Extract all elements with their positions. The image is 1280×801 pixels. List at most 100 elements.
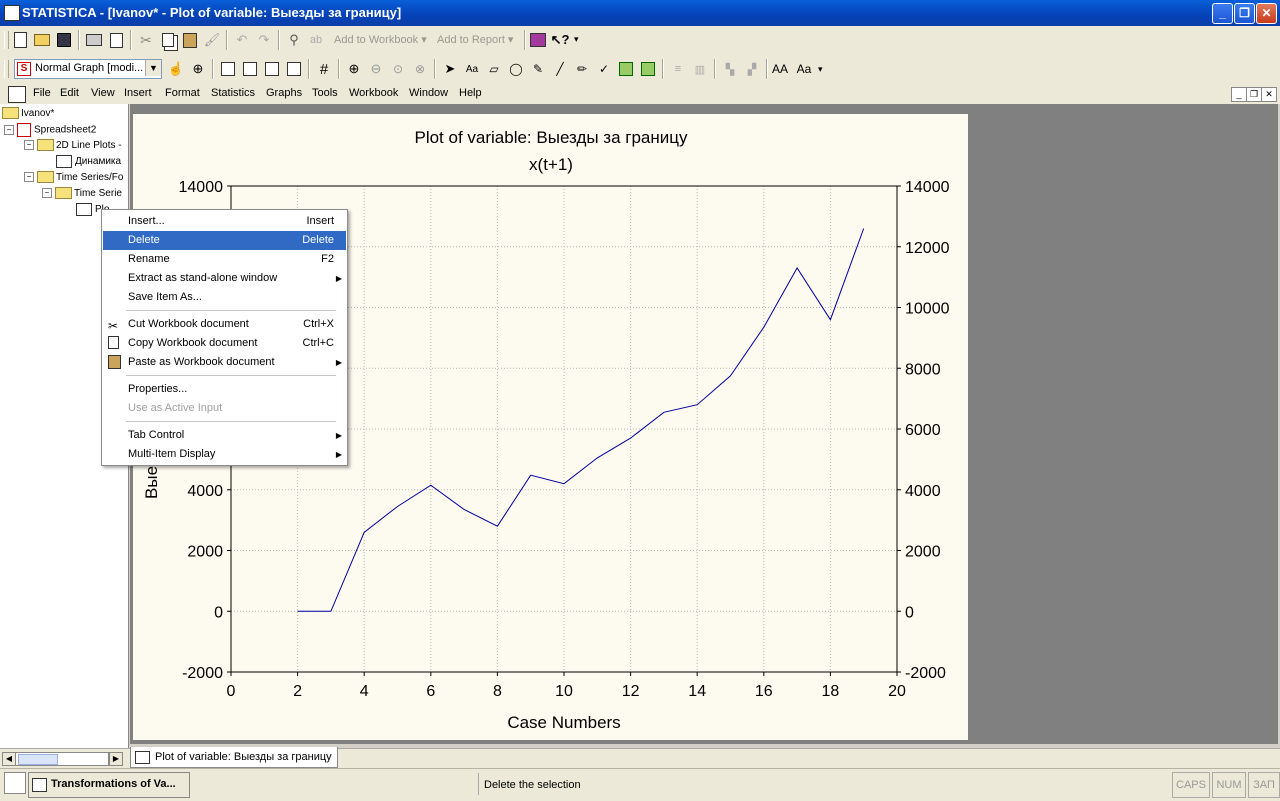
- font-size-decrease-icon[interactable]: Aa: [794, 59, 814, 79]
- grid-icon[interactable]: #: [314, 59, 334, 79]
- menu-file[interactable]: File: [33, 87, 51, 99]
- insert-linked-icon[interactable]: [638, 59, 658, 79]
- ctx-delete[interactable]: Delete Delete: [103, 231, 346, 250]
- ctx-insert[interactable]: Insert... Insert: [103, 212, 346, 231]
- graph-options-icon[interactable]: [218, 59, 238, 79]
- cut-icon[interactable]: ✂: [136, 30, 156, 50]
- ctx-rename[interactable]: Rename F2: [103, 250, 346, 269]
- tree-item-line-plot[interactable]: Динамика: [56, 155, 121, 169]
- graph-data-editor-icon[interactable]: [262, 59, 282, 79]
- minimize-button[interactable]: _: [1212, 3, 1233, 24]
- tab-plot[interactable]: Plot of variable: Выезды за границу: [130, 747, 338, 768]
- font-size-increase-icon[interactable]: AA: [770, 59, 790, 79]
- bring-front-icon[interactable]: ▚: [720, 59, 740, 79]
- replace-icon[interactable]: ab: [306, 30, 326, 50]
- ctx-copy[interactable]: Copy Workbook document Ctrl+C: [103, 334, 346, 353]
- ctx-cut[interactable]: ✂ Cut Workbook document Ctrl+X: [103, 315, 346, 334]
- zoom-out-icon[interactable]: ⊖: [366, 59, 386, 79]
- tree-item-line-plots[interactable]: − 2D Line Plots -: [24, 139, 122, 153]
- x-tick-label: 8: [493, 683, 502, 700]
- menu-help[interactable]: Help: [459, 87, 482, 99]
- new-document-icon[interactable]: [10, 30, 30, 50]
- books-icon[interactable]: [528, 30, 548, 50]
- insert-embedded-icon[interactable]: [616, 59, 636, 79]
- tree-item-root[interactable]: Ivanov*: [2, 107, 54, 121]
- statistica-app-icon[interactable]: [4, 5, 20, 21]
- graph-style-dropdown[interactable]: S Normal Graph [modi... ▼: [14, 59, 162, 79]
- paste-icon[interactable]: [180, 30, 200, 50]
- graph-window-icon[interactable]: [284, 59, 304, 79]
- draw-polygon-icon[interactable]: ✎: [528, 59, 548, 79]
- draw-line-icon[interactable]: ╱: [550, 59, 570, 79]
- draw-rectangle-icon[interactable]: ▱: [484, 59, 504, 79]
- collapse-icon[interactable]: −: [24, 172, 34, 183]
- collapse-icon[interactable]: −: [42, 188, 52, 199]
- print-icon[interactable]: [84, 30, 104, 50]
- menu-workbook[interactable]: Workbook: [349, 87, 398, 99]
- distribute-icon[interactable]: ▥: [690, 59, 710, 79]
- save-icon[interactable]: [54, 30, 74, 50]
- toolbar-grip[interactable]: [4, 31, 9, 49]
- maximize-button[interactable]: ❐: [1234, 3, 1255, 24]
- tree-item-time-series-sub[interactable]: − Time Serie: [42, 187, 122, 201]
- reset-zoom-icon[interactable]: ⊗: [410, 59, 430, 79]
- menu-view[interactable]: View: [91, 87, 115, 99]
- draw-ellipse-icon[interactable]: ◯: [506, 59, 526, 79]
- tree-horizontal-scrollbar[interactable]: [15, 752, 109, 766]
- zoom-in-icon[interactable]: ⊕: [344, 59, 364, 79]
- toolbar-grip[interactable]: [4, 60, 9, 78]
- ctx-tab-control[interactable]: Tab Control ▶: [103, 426, 346, 445]
- send-back-icon[interactable]: ▞: [742, 59, 762, 79]
- menu-tools[interactable]: Tools: [312, 87, 338, 99]
- add-to-report-button[interactable]: Add to Report ▾: [437, 33, 513, 46]
- scroll-left-icon[interactable]: ◀: [2, 752, 16, 766]
- draw-arrow-icon[interactable]: ✓: [594, 59, 614, 79]
- align-icon[interactable]: ≡: [668, 59, 688, 79]
- help-pointer-icon[interactable]: ↖?: [550, 30, 570, 50]
- child-close-button[interactable]: ✕: [1261, 87, 1277, 102]
- document-window-icon[interactable]: [8, 86, 26, 103]
- zoom-area-icon[interactable]: ⊙: [388, 59, 408, 79]
- tree-item-spreadsheet[interactable]: − Spreadsheet2: [4, 123, 96, 137]
- child-restore-button[interactable]: ❐: [1246, 87, 1262, 102]
- find-binoculars-icon[interactable]: ⚲: [284, 30, 304, 50]
- close-button[interactable]: ✕: [1256, 3, 1277, 24]
- ctx-extract[interactable]: Extract as stand-alone window ▶: [103, 269, 346, 288]
- toolbar-overflow-icon[interactable]: ▾: [574, 34, 579, 45]
- menu-insert[interactable]: Insert: [124, 87, 152, 99]
- copy-icon[interactable]: [158, 30, 178, 50]
- ctx-save-item-as[interactable]: Save Item As...: [103, 288, 346, 307]
- graph-icon: [76, 203, 92, 216]
- child-minimize-button[interactable]: _: [1231, 87, 1247, 102]
- scroll-right-icon[interactable]: ▶: [109, 752, 123, 766]
- tree-item-time-series[interactable]: − Time Series/Fo: [24, 171, 123, 185]
- plot-layout-icon[interactable]: [240, 59, 260, 79]
- graph-brush-icon[interactable]: ☝: [166, 59, 186, 79]
- scrollbar-thumb[interactable]: [18, 754, 58, 765]
- collapse-icon[interactable]: −: [4, 125, 14, 135]
- menu-window[interactable]: Window: [409, 87, 448, 99]
- redo-icon[interactable]: ↷: [254, 30, 274, 50]
- open-folder-icon[interactable]: [32, 30, 52, 50]
- select-pointer-icon[interactable]: ➤: [440, 59, 460, 79]
- menu-statistics[interactable]: Statistics: [211, 87, 255, 99]
- y-tick-label-left: 4000: [187, 483, 223, 500]
- add-to-workbook-button[interactable]: Add to Workbook ▾: [334, 33, 427, 46]
- menu-graphs[interactable]: Graphs: [266, 87, 302, 99]
- print-preview-icon[interactable]: [106, 30, 126, 50]
- taskbar-button-transformations[interactable]: Transformations of Va...: [28, 772, 190, 798]
- menu-edit[interactable]: Edit: [60, 87, 79, 99]
- undo-icon[interactable]: ↶: [232, 30, 252, 50]
- zoom-pointer-icon[interactable]: ⊕: [188, 59, 208, 79]
- text-tool-icon[interactable]: Aa: [462, 59, 482, 79]
- draw-freehand-icon[interactable]: ✏: [572, 59, 592, 79]
- statistica-taskbar-icon[interactable]: [4, 772, 26, 794]
- ctx-properties[interactable]: Properties...: [103, 380, 346, 399]
- ctx-multi-item-display[interactable]: Multi-Item Display ▶: [103, 445, 346, 464]
- collapse-icon[interactable]: −: [24, 140, 34, 151]
- chevron-down-icon[interactable]: ▼: [145, 60, 161, 76]
- ctx-paste[interactable]: Paste as Workbook document ▶: [103, 353, 346, 372]
- toolbar-overflow-icon[interactable]: ▾: [818, 64, 823, 75]
- menu-format[interactable]: Format: [165, 87, 200, 99]
- format-painter-icon[interactable]: 🖌: [202, 30, 222, 50]
